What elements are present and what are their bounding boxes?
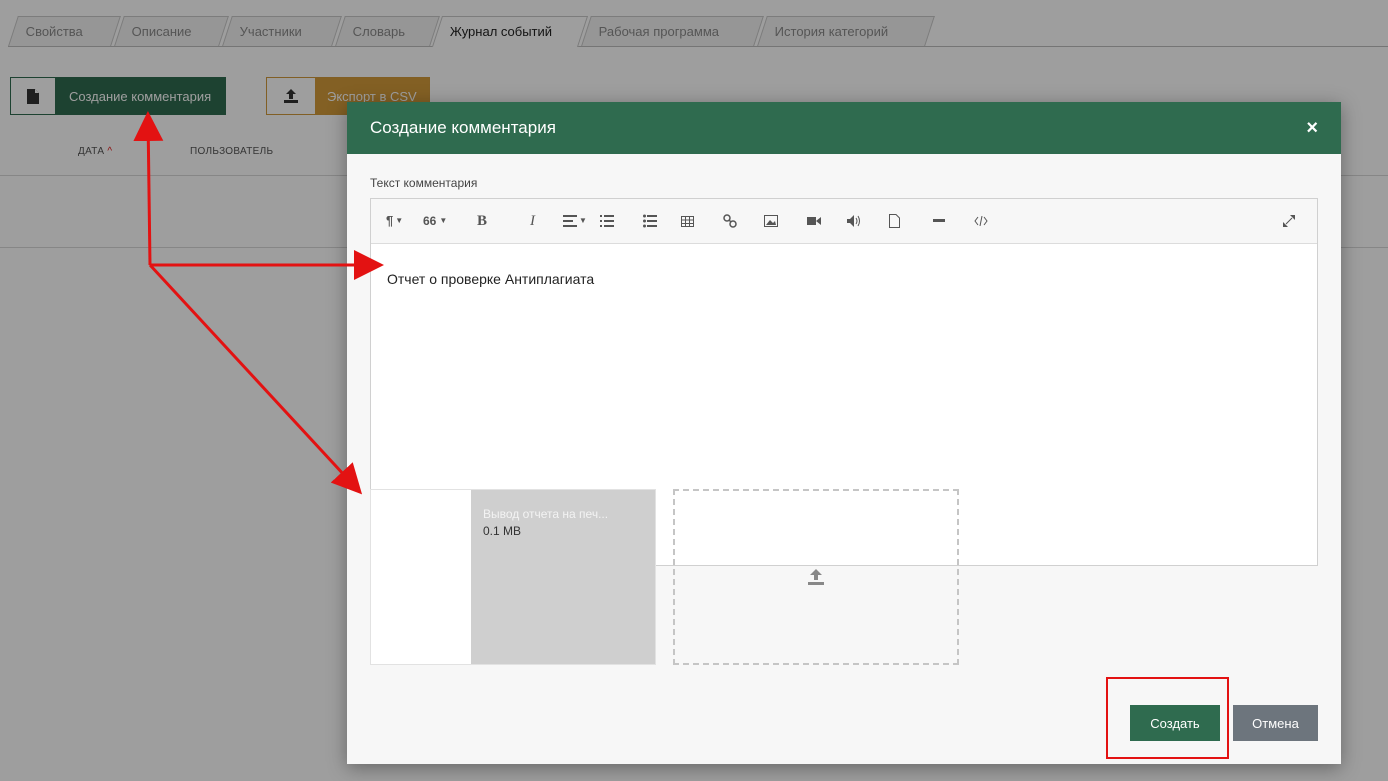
- horizontal-line-button[interactable]: [933, 212, 945, 230]
- dropdown-caret-icon: ▼: [395, 216, 404, 225]
- italic-button[interactable]: I: [530, 212, 535, 230]
- paragraph-format-button[interactable]: ¶ ▼: [386, 212, 403, 230]
- attachment-name: Вывод отчета на печ...: [483, 507, 609, 521]
- audio-button[interactable]: [847, 212, 861, 230]
- quote-button[interactable]: 66 ▼: [423, 212, 447, 230]
- file-outline-icon: [889, 214, 900, 228]
- table-icon: [681, 215, 694, 227]
- quote-icon: 66: [423, 214, 437, 228]
- ordered-list-icon: [600, 215, 614, 227]
- close-icon[interactable]: ×: [1306, 117, 1318, 140]
- bold-button[interactable]: B: [477, 212, 487, 230]
- cancel-button[interactable]: Отмена: [1233, 705, 1318, 741]
- modal-header: Создание комментария ×: [347, 102, 1341, 154]
- volume-icon: [847, 215, 860, 227]
- unordered-list-button[interactable]: [643, 212, 657, 230]
- link-icon: [723, 214, 737, 228]
- upload-icon: [808, 569, 824, 585]
- dropdown-caret-icon: ▼: [579, 216, 587, 225]
- image-button[interactable]: [764, 212, 778, 230]
- italic-icon: I: [530, 213, 535, 229]
- unordered-list-icon: [643, 214, 657, 228]
- attachment-size: 0.1 MB: [483, 524, 522, 538]
- table-button[interactable]: [681, 212, 694, 230]
- modal-title: Создание комментария: [370, 118, 556, 137]
- attachment-thumbnail[interactable]: Вывод отчета на печ... 0.1 MB: [370, 489, 656, 665]
- video-camera-icon: [807, 217, 821, 225]
- editor-content[interactable]: Отчет о проверке Антиплагиата: [387, 271, 594, 287]
- bold-icon: B: [477, 213, 488, 229]
- video-button[interactable]: [807, 212, 821, 230]
- comment-text-label: Текст комментария: [370, 176, 478, 190]
- align-icon: [563, 215, 577, 227]
- code-view-button[interactable]: [974, 212, 988, 230]
- ordered-list-button[interactable]: [600, 212, 614, 230]
- image-icon: [764, 215, 778, 227]
- align-button[interactable]: ▼: [563, 212, 587, 230]
- horizontal-line-icon: [933, 219, 945, 222]
- file-dropzone[interactable]: [673, 489, 959, 665]
- create-comment-modal: Создание комментария × Текст комментария…: [347, 102, 1341, 764]
- fullscreen-button[interactable]: [1283, 212, 1295, 230]
- editor-toolbar: ¶ ▼ 66 ▼ B I ▼: [371, 199, 1317, 244]
- file-button[interactable]: [889, 212, 900, 230]
- create-button-highlight: [1106, 677, 1229, 759]
- dropdown-caret-icon: ▼: [439, 216, 448, 225]
- expand-icon: [1283, 215, 1295, 227]
- code-icon: [974, 216, 988, 226]
- attachment-info: Вывод отчета на печ... 0.1 MB: [471, 490, 655, 664]
- link-button[interactable]: [723, 212, 737, 230]
- paragraph-icon: ¶: [386, 213, 394, 228]
